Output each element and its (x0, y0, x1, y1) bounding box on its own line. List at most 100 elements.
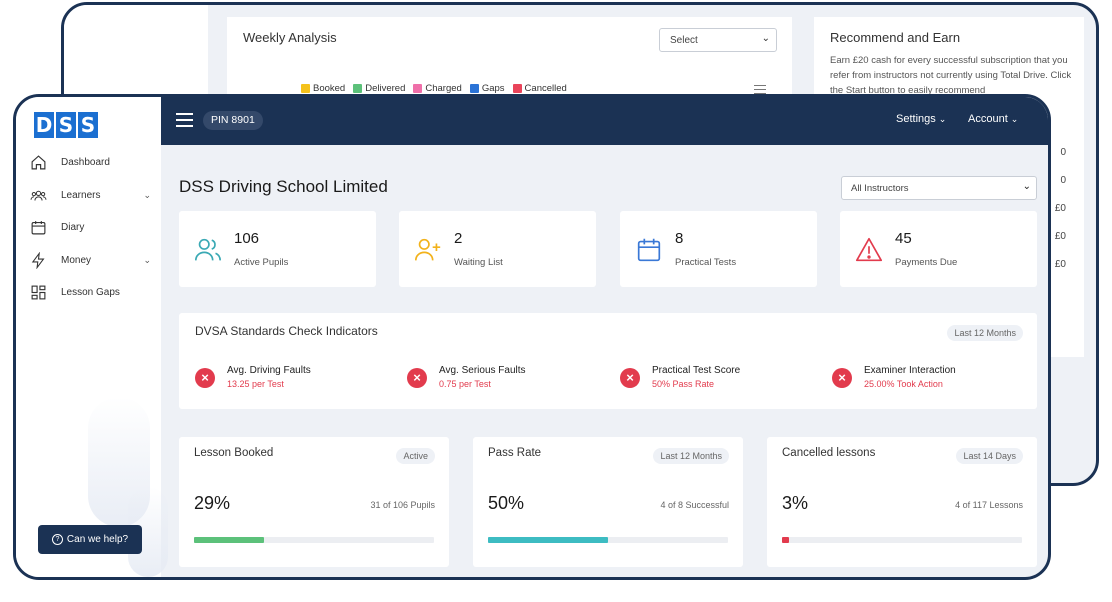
recommend-value: £0 (1054, 203, 1066, 214)
metric-detail: 31 of 106 Pupils (370, 500, 435, 510)
legend-item-gaps[interactable]: Gaps (469, 83, 505, 94)
settings-menu[interactable]: Settings ⌄ (896, 113, 946, 125)
sidebar-item-dashboard[interactable]: Dashboard (27, 151, 151, 173)
sidebar-item-label: Learners (61, 189, 101, 201)
stat-card-payments-due[interactable]: 45 Payments Due (840, 211, 1037, 287)
legend-swatch (512, 84, 522, 93)
progress-bar (488, 537, 728, 543)
legend-swatch (353, 84, 363, 93)
legend-item-cancelled[interactable]: Cancelled (512, 83, 567, 94)
stat-card-practical-tests[interactable]: 8 Practical Tests (620, 211, 817, 287)
weekly-select[interactable]: Select ⌄ (659, 28, 777, 52)
logo-letter: S (56, 112, 76, 138)
stat-label: Practical Tests (675, 257, 737, 268)
metric-badge: Active (396, 448, 435, 464)
metric-title: Pass Rate (488, 447, 542, 459)
indicator-label: Avg. Serious Faults (439, 365, 526, 376)
help-button-label: Can we help? (66, 534, 129, 545)
account-menu[interactable]: Account ⌄ (968, 113, 1018, 125)
stat-card-active-pupils[interactable]: 106 Active Pupils (179, 211, 376, 287)
user-plus-icon (413, 235, 443, 265)
metric-badge: Last 14 Days (956, 448, 1023, 464)
hamburger-menu-icon[interactable] (176, 113, 193, 127)
chart-menu-icon[interactable] (754, 85, 766, 94)
indicator-value: 13.25 per Test (227, 379, 284, 389)
chevron-down-icon: ⌄ (143, 254, 151, 265)
recommend-value: £0 (1054, 259, 1066, 270)
progress-fill (194, 537, 264, 543)
chevron-down-icon: ⌄ (761, 33, 770, 44)
help-button[interactable]: ? Can we help? (38, 525, 142, 554)
metric-detail: 4 of 8 Successful (660, 500, 729, 510)
sidebar-item-label: Lesson Gaps (61, 286, 120, 298)
legend-item-delivered[interactable]: Delivered (353, 83, 405, 94)
period-badge: Last 12 Months (947, 325, 1023, 341)
stat-value: 8 (675, 230, 684, 247)
dvsa-indicators-card: DVSA Standards Check Indicators Last 12 … (179, 313, 1037, 409)
metric-card-pass-rate: Pass Rate Last 12 Months 50% 4 of 8 Succ… (473, 437, 743, 567)
indicator-label: Examiner Interaction (864, 365, 956, 376)
sidebar-item-label: Diary (61, 221, 85, 233)
dvsa-title: DVSA Standards Check Indicators (195, 324, 378, 338)
sidebar-item-diary[interactable]: Diary (27, 216, 151, 238)
sidebar-item-money[interactable]: Money ⌄ (27, 249, 151, 271)
indicator-value: 0.75 per Test (439, 379, 491, 389)
legend-label: Charged (425, 83, 462, 94)
recommend-value: 0 (1060, 147, 1066, 158)
dss-logo[interactable]: D S S (34, 112, 98, 138)
indicator-value: 50% Pass Rate (652, 379, 715, 389)
stat-value: 106 (234, 230, 260, 247)
chevron-down-icon: ⌄ (938, 113, 947, 124)
progress-bar (782, 537, 1022, 543)
progress-bar (194, 537, 434, 543)
legend-item-booked[interactable]: Booked (301, 83, 345, 94)
legend-label: Gaps (481, 83, 505, 94)
chevron-down-icon: ⌄ (1010, 113, 1019, 124)
stat-value: 2 (454, 230, 463, 247)
instructor-select[interactable]: All Instructors ⌄ (841, 176, 1037, 200)
cross-circle-icon: × (832, 368, 852, 388)
weekly-select-value: Select (670, 35, 698, 46)
indicator-label: Avg. Driving Faults (227, 365, 311, 376)
instructor-select-value: All Instructors (851, 183, 909, 194)
indicator-label: Practical Test Score (652, 365, 741, 376)
progress-fill (782, 537, 790, 543)
cross-circle-icon: × (620, 368, 640, 388)
grid-icon (27, 281, 49, 303)
metric-title: Cancelled lessons (782, 447, 876, 459)
legend-label: Delivered (365, 83, 406, 94)
legend-item-charged[interactable]: Charged (413, 83, 462, 94)
metric-card-cancelled-lessons: Cancelled lessons Last 14 Days 3% 4 of 1… (767, 437, 1037, 567)
chevron-down-icon: ⌄ (1022, 181, 1031, 192)
sidebar-item-lesson-gaps[interactable]: Lesson Gaps (27, 281, 151, 303)
logo-letter: D (34, 112, 54, 138)
legend-label: Booked (313, 83, 346, 94)
top-bar: PIN 8901 Settings ⌄ Account ⌄ (161, 97, 1048, 145)
metric-card-lesson-booked: Lesson Booked Active 29% 31 of 106 Pupil… (179, 437, 449, 567)
stat-label: Waiting List (454, 257, 503, 268)
cross-circle-icon: × (407, 368, 427, 388)
sidebar-item-label: Money (61, 254, 92, 266)
users-icon (193, 235, 223, 265)
metric-percent: 3% (782, 493, 809, 513)
main-content: DSS Driving School Limited All Instructo… (161, 145, 1048, 577)
sidebar: D S S Dashboard Learners ⌄ Diary Money ⌄… (16, 97, 168, 577)
metric-title: Lesson Booked (194, 447, 274, 459)
recommend-value: £0 (1054, 231, 1066, 242)
stat-card-waiting-list[interactable]: 2 Waiting List (399, 211, 596, 287)
metric-percent: 50% (488, 493, 525, 513)
pin-badge: PIN 8901 (203, 111, 263, 130)
lightning-icon (27, 249, 49, 271)
legend-swatch (301, 84, 310, 93)
legend-label: Cancelled (524, 83, 567, 94)
sidebar-item-label: Dashboard (61, 156, 110, 168)
indicator-value: 25.00% Took Action (864, 379, 943, 389)
recommend-value: 0 (1060, 175, 1066, 186)
weekly-analysis-title: Weekly Analysis (243, 30, 337, 45)
settings-label: Settings (896, 113, 936, 125)
recommend-title: Recommend and Earn (830, 30, 961, 45)
sidebar-item-learners[interactable]: Learners ⌄ (27, 184, 151, 206)
stat-label: Active Pupils (234, 257, 289, 268)
metric-badge: Last 12 Months (653, 448, 729, 464)
device-frame: D S S Dashboard Learners ⌄ Diary Money ⌄… (13, 94, 1051, 580)
